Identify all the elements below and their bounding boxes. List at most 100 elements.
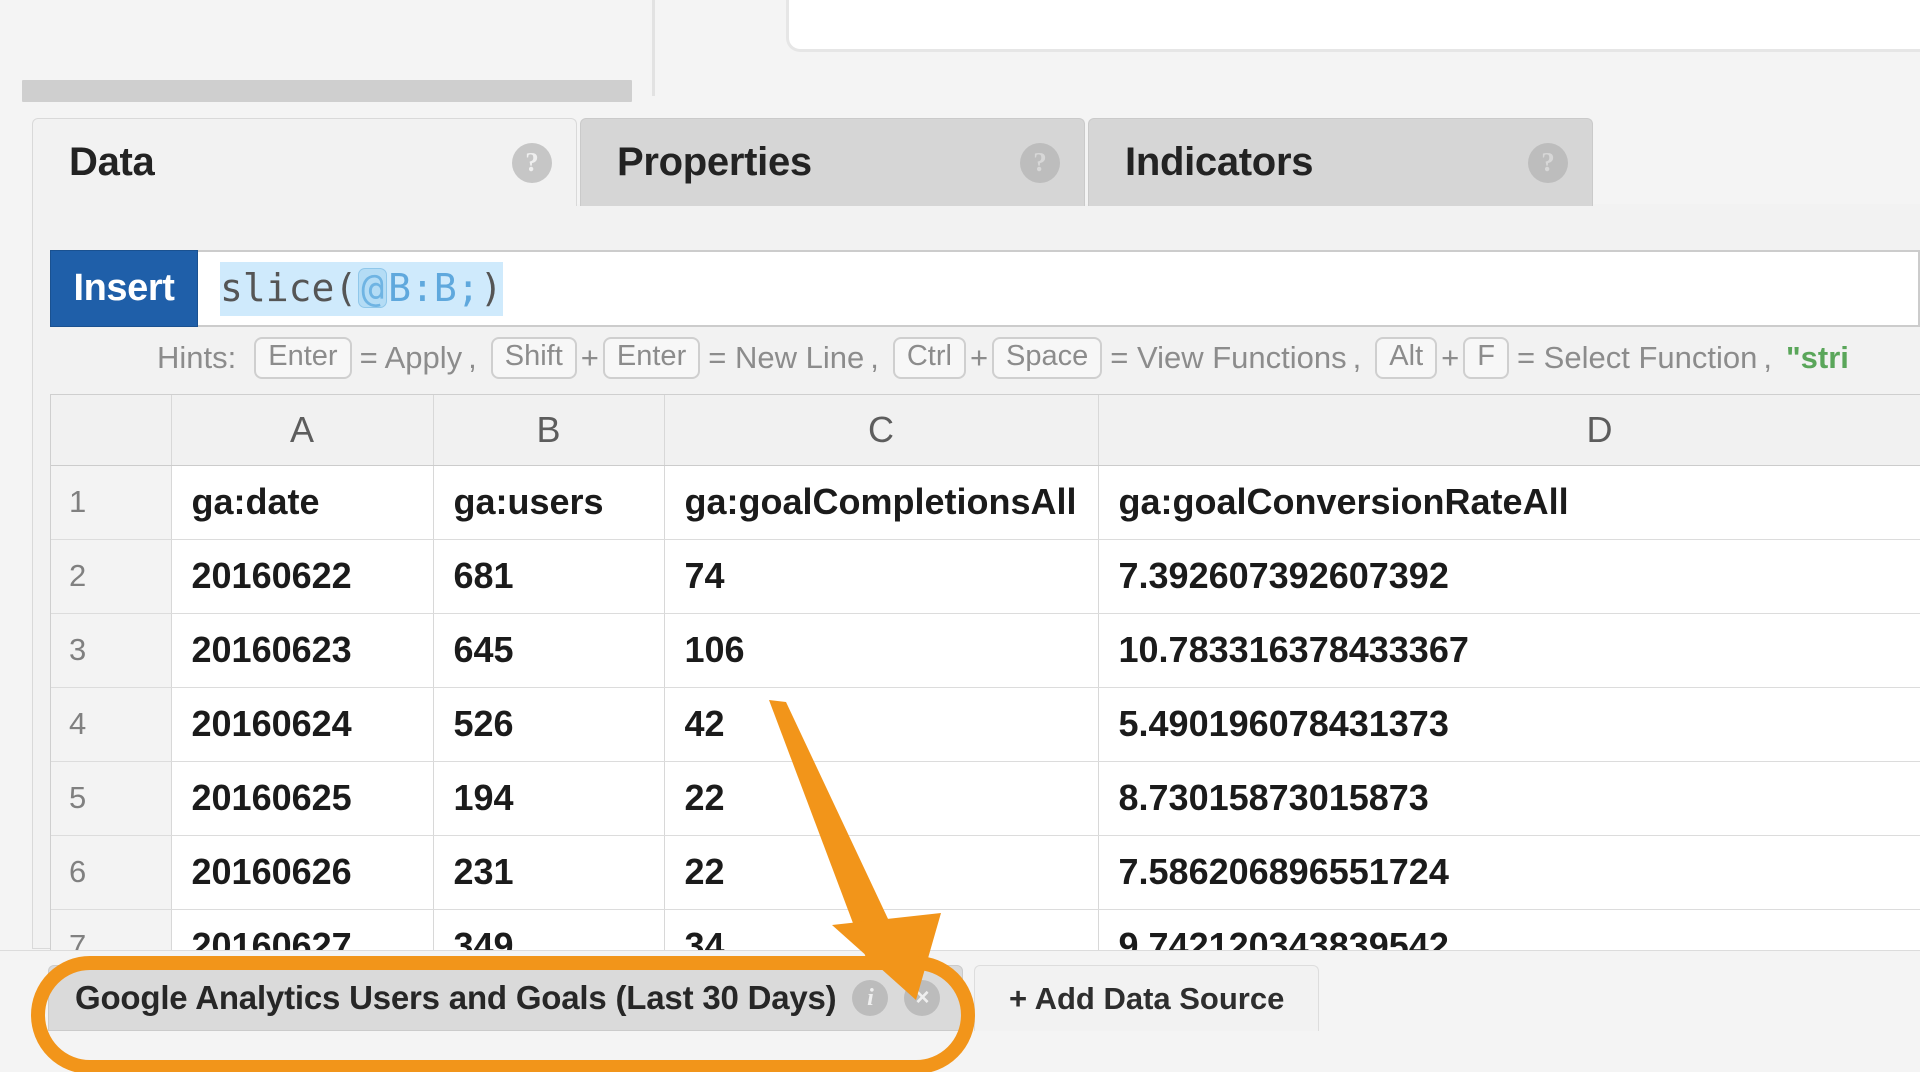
hint-comma-2: , xyxy=(870,340,879,376)
spreadsheet-body: 1ga:datega:usersga:goalCompletionsAllga:… xyxy=(51,465,1920,950)
table-cell[interactable]: 5.490196078431373 xyxy=(1098,687,1920,761)
hint-action-viewfunctions: = View Functions xyxy=(1110,340,1346,376)
hints-row: Hints: Enter = Apply , Shift + Enter = N… xyxy=(50,332,1920,384)
key-f: F xyxy=(1463,337,1509,379)
table-row[interactable]: 420160624526425.490196078431373 xyxy=(51,687,1920,761)
table-cell[interactable]: ga:users xyxy=(433,465,664,539)
table-cell[interactable]: 42 xyxy=(664,687,1098,761)
hint-plus: + xyxy=(581,340,599,376)
table-cell[interactable]: 681 xyxy=(433,539,664,613)
horizontal-scrollbar[interactable] xyxy=(22,80,632,102)
tab-indicators[interactable]: Indicators ? xyxy=(1088,118,1593,206)
column-header-d[interactable]: D xyxy=(1098,395,1920,465)
table-cell[interactable]: 645 xyxy=(433,613,664,687)
formula-prefix: slice( xyxy=(220,269,357,307)
key-ctrl: Ctrl xyxy=(893,337,966,379)
table-row[interactable]: 32016062364510610.783316378433367 xyxy=(51,613,1920,687)
table-cell[interactable]: 8.73015873015873 xyxy=(1098,761,1920,835)
table-cell[interactable]: 74 xyxy=(664,539,1098,613)
key-space: Space xyxy=(992,337,1102,379)
column-header-b[interactable]: B xyxy=(433,395,664,465)
table-cell[interactable]: ga:goalCompletionsAll xyxy=(664,465,1098,539)
tab-data-label: Data xyxy=(69,140,155,185)
table-cell[interactable]: 20160624 xyxy=(171,687,433,761)
key-enter: Enter xyxy=(254,337,351,379)
top-left-pane xyxy=(0,0,655,96)
formula-text: slice(@B:B;) xyxy=(220,262,503,316)
help-icon[interactable]: ? xyxy=(1020,143,1060,183)
formula-row: Insert slice(@B:B;) xyxy=(50,250,1920,327)
column-header-c[interactable]: C xyxy=(664,395,1098,465)
data-source-name: Google Analytics Users and Goals (Last 3… xyxy=(75,979,836,1017)
hint-comma-3: , xyxy=(1353,340,1362,376)
data-source-bar: Google Analytics Users and Goals (Last 3… xyxy=(0,950,1920,1072)
row-header[interactable]: 3 xyxy=(51,613,171,687)
table-cell[interactable]: 22 xyxy=(664,761,1098,835)
close-icon[interactable]: × xyxy=(904,980,940,1016)
table-cell[interactable]: 20160626 xyxy=(171,835,433,909)
tab-properties[interactable]: Properties ? xyxy=(580,118,1085,206)
row-header[interactable]: 7 xyxy=(51,909,171,950)
hints-label: Hints: xyxy=(157,340,236,376)
hint-action-apply: = Apply xyxy=(360,340,463,376)
formula-suffix: ) xyxy=(480,269,503,307)
tab-indicators-label: Indicators xyxy=(1125,140,1313,185)
column-header-row: A B C D xyxy=(51,395,1920,465)
data-source-tab[interactable]: Google Analytics Users and Goals (Last 3… xyxy=(48,965,963,1031)
row-header[interactable]: 1 xyxy=(51,465,171,539)
row-header[interactable]: 5 xyxy=(51,761,171,835)
hint-comma-4: , xyxy=(1763,340,1772,376)
table-row[interactable]: 620160626231227.586206896551724 xyxy=(51,835,1920,909)
add-data-source-button[interactable]: + Add Data Source xyxy=(974,965,1319,1031)
formula-reference: B:B; xyxy=(388,269,480,307)
table-cell[interactable]: 349 xyxy=(433,909,664,950)
help-icon[interactable]: ? xyxy=(1528,143,1568,183)
help-icon[interactable]: ? xyxy=(512,143,552,183)
column-header-a[interactable]: A xyxy=(171,395,433,465)
key-enter-2: Enter xyxy=(603,337,700,379)
row-header[interactable]: 6 xyxy=(51,835,171,909)
table-cell[interactable]: 7.392607392607392 xyxy=(1098,539,1920,613)
data-tab-panel: Insert slice(@B:B;) Hints: Enter = Apply… xyxy=(32,204,1920,949)
table-cell[interactable]: ga:goalConversionRateAll xyxy=(1098,465,1920,539)
hint-action-newline: = New Line xyxy=(708,340,864,376)
hint-action-selectfunction: = Select Function xyxy=(1517,340,1757,376)
table-cell[interactable]: 526 xyxy=(433,687,664,761)
at-token[interactable]: @ xyxy=(358,268,387,308)
tab-properties-label: Properties xyxy=(617,140,812,185)
table-cell[interactable]: 9.742120343839542 xyxy=(1098,909,1920,950)
table-row[interactable]: 1ga:datega:usersga:goalCompletionsAllga:… xyxy=(51,465,1920,539)
table-row[interactable]: 220160622681747.392607392607392 xyxy=(51,539,1920,613)
insert-button[interactable]: Insert xyxy=(50,250,198,327)
tab-data[interactable]: Data ? xyxy=(32,118,577,206)
table-cell[interactable]: 106 xyxy=(664,613,1098,687)
formula-input[interactable]: slice(@B:B;) xyxy=(198,250,1920,327)
table-cell[interactable]: 10.783316378433367 xyxy=(1098,613,1920,687)
table-cell[interactable]: 7.586206896551724 xyxy=(1098,835,1920,909)
spreadsheet[interactable]: A B C D 1ga:datega:usersga:goalCompletio… xyxy=(50,394,1920,950)
row-header[interactable]: 4 xyxy=(51,687,171,761)
hint-plus-2: + xyxy=(970,340,988,376)
hint-plus-3: + xyxy=(1441,340,1459,376)
top-chrome xyxy=(0,0,1920,96)
hint-string-literal: "stri xyxy=(1786,340,1849,376)
app-root: Data ? Properties ? Indicators ? Insert … xyxy=(0,0,1920,1072)
hint-comma: , xyxy=(468,340,477,376)
table-cell[interactable]: 34 xyxy=(664,909,1098,950)
table-row[interactable]: 520160625194228.73015873015873 xyxy=(51,761,1920,835)
spreadsheet-grid: A B C D 1ga:datega:usersga:goalCompletio… xyxy=(51,395,1920,950)
table-cell[interactable]: 194 xyxy=(433,761,664,835)
table-row[interactable]: 720160627349349.742120343839542 xyxy=(51,909,1920,950)
table-cell[interactable]: 231 xyxy=(433,835,664,909)
row-header[interactable]: 2 xyxy=(51,539,171,613)
key-alt: Alt xyxy=(1375,337,1437,379)
table-cell[interactable]: 20160622 xyxy=(171,539,433,613)
table-cell[interactable]: 22 xyxy=(664,835,1098,909)
corner-cell xyxy=(51,395,171,465)
info-icon[interactable]: i xyxy=(852,980,888,1016)
table-cell[interactable]: 20160623 xyxy=(171,613,433,687)
table-cell[interactable]: ga:date xyxy=(171,465,433,539)
top-right-panel xyxy=(786,0,1920,52)
table-cell[interactable]: 20160627 xyxy=(171,909,433,950)
table-cell[interactable]: 20160625 xyxy=(171,761,433,835)
